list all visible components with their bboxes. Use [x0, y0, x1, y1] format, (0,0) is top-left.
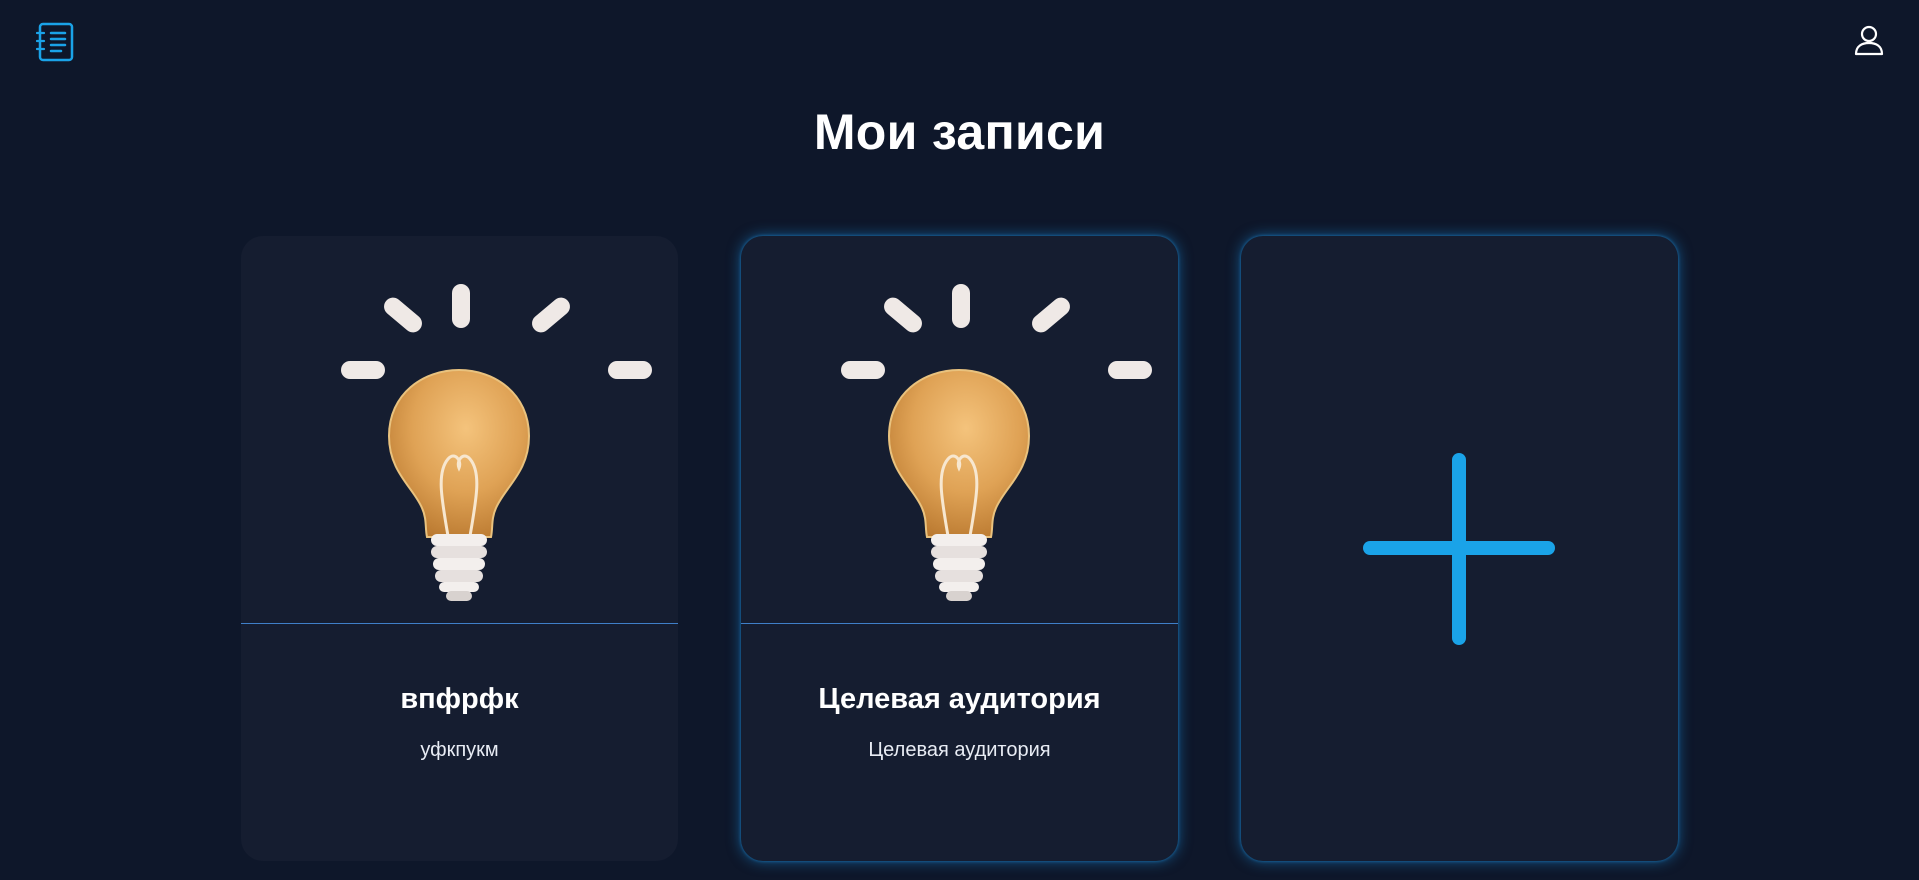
note-card[interactable]: Целевая аудитория Целевая аудитория [741, 236, 1178, 861]
note-subtitle: Целевая аудитория [868, 739, 1051, 761]
notes-grid: впфрфк уфкпукм Целевая аудитория Целевая… [241, 236, 1679, 861]
plus-icon [1241, 236, 1678, 861]
note-title: впфрфк [400, 683, 519, 715]
card-divider [741, 623, 1178, 624]
card-divider [241, 623, 678, 624]
top-bar [0, 0, 1919, 84]
lightbulb-icon [241, 236, 678, 623]
lightbulb-icon [741, 236, 1178, 623]
note-card[interactable]: впфрфк уфкпукм [241, 236, 678, 861]
note-title: Целевая аудитория [818, 683, 1101, 715]
notebook-list-icon[interactable] [35, 22, 76, 62]
note-subtitle: уфкпукм [420, 739, 499, 761]
add-note-button[interactable] [1241, 236, 1678, 861]
page-title: Мои записи [813, 104, 1106, 160]
user-icon[interactable] [1853, 24, 1885, 56]
